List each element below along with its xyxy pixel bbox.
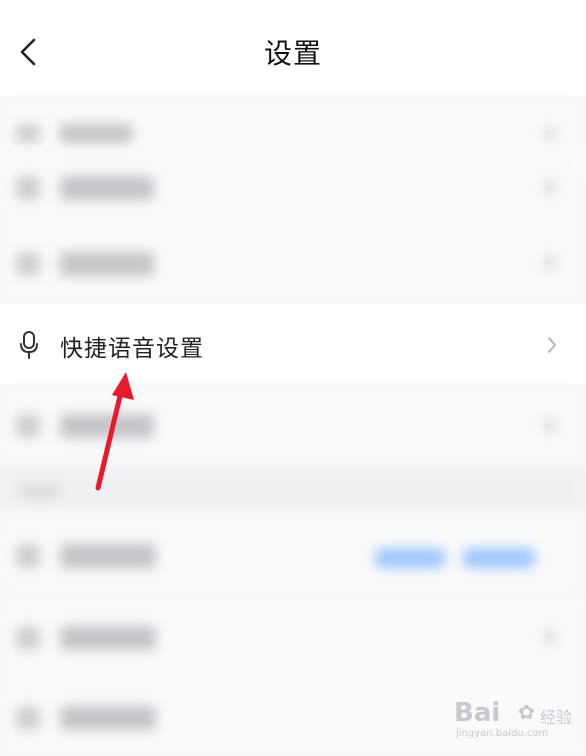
chevron-right-icon [548, 337, 556, 353]
setting-label [60, 414, 154, 438]
setting-label [60, 544, 156, 568]
status-badge [462, 548, 536, 568]
chevron-right-icon [544, 418, 556, 432]
paw-icon: ✿ [518, 700, 535, 724]
watermark-url: jingyan.baidu.com [456, 728, 549, 739]
page-title: 设置 [263, 37, 322, 70]
watermark-logo: Bai [454, 698, 501, 728]
section-header-blurred [0, 468, 586, 512]
setting-icon [16, 176, 40, 200]
setting-icon [16, 706, 40, 730]
settings-row-blurred[interactable] [0, 224, 586, 304]
chevron-right-icon [544, 256, 556, 270]
setting-icon [16, 252, 40, 276]
setting-label [60, 176, 154, 200]
settings-row-blurred[interactable] [0, 596, 586, 676]
settings-row-blurred[interactable] [0, 512, 586, 592]
quick-voice-settings-row[interactable]: 快捷语音设置 [0, 304, 586, 384]
chevron-right-icon [544, 128, 556, 142]
top-bar: 设置 [0, 0, 586, 96]
watermark-suffix: 经验 [540, 708, 573, 727]
setting-label [60, 252, 154, 276]
quick-voice-settings-label: 快捷语音设置 [60, 336, 204, 362]
microphone-icon [20, 331, 38, 359]
settings-row-blurred[interactable] [0, 144, 586, 224]
setting-icon [16, 414, 40, 438]
chevron-right-icon [544, 180, 556, 194]
settings-row-blurred[interactable] [0, 384, 586, 464]
baidu-watermark: Bai ✿ 经验 jingyan.baidu.com [454, 698, 578, 742]
setting-label [60, 626, 156, 650]
section-label [22, 486, 58, 498]
setting-label [60, 706, 156, 730]
chevron-right-icon [544, 630, 556, 644]
setting-icon [16, 544, 40, 568]
status-badge [374, 548, 446, 568]
setting-icon [16, 626, 40, 650]
